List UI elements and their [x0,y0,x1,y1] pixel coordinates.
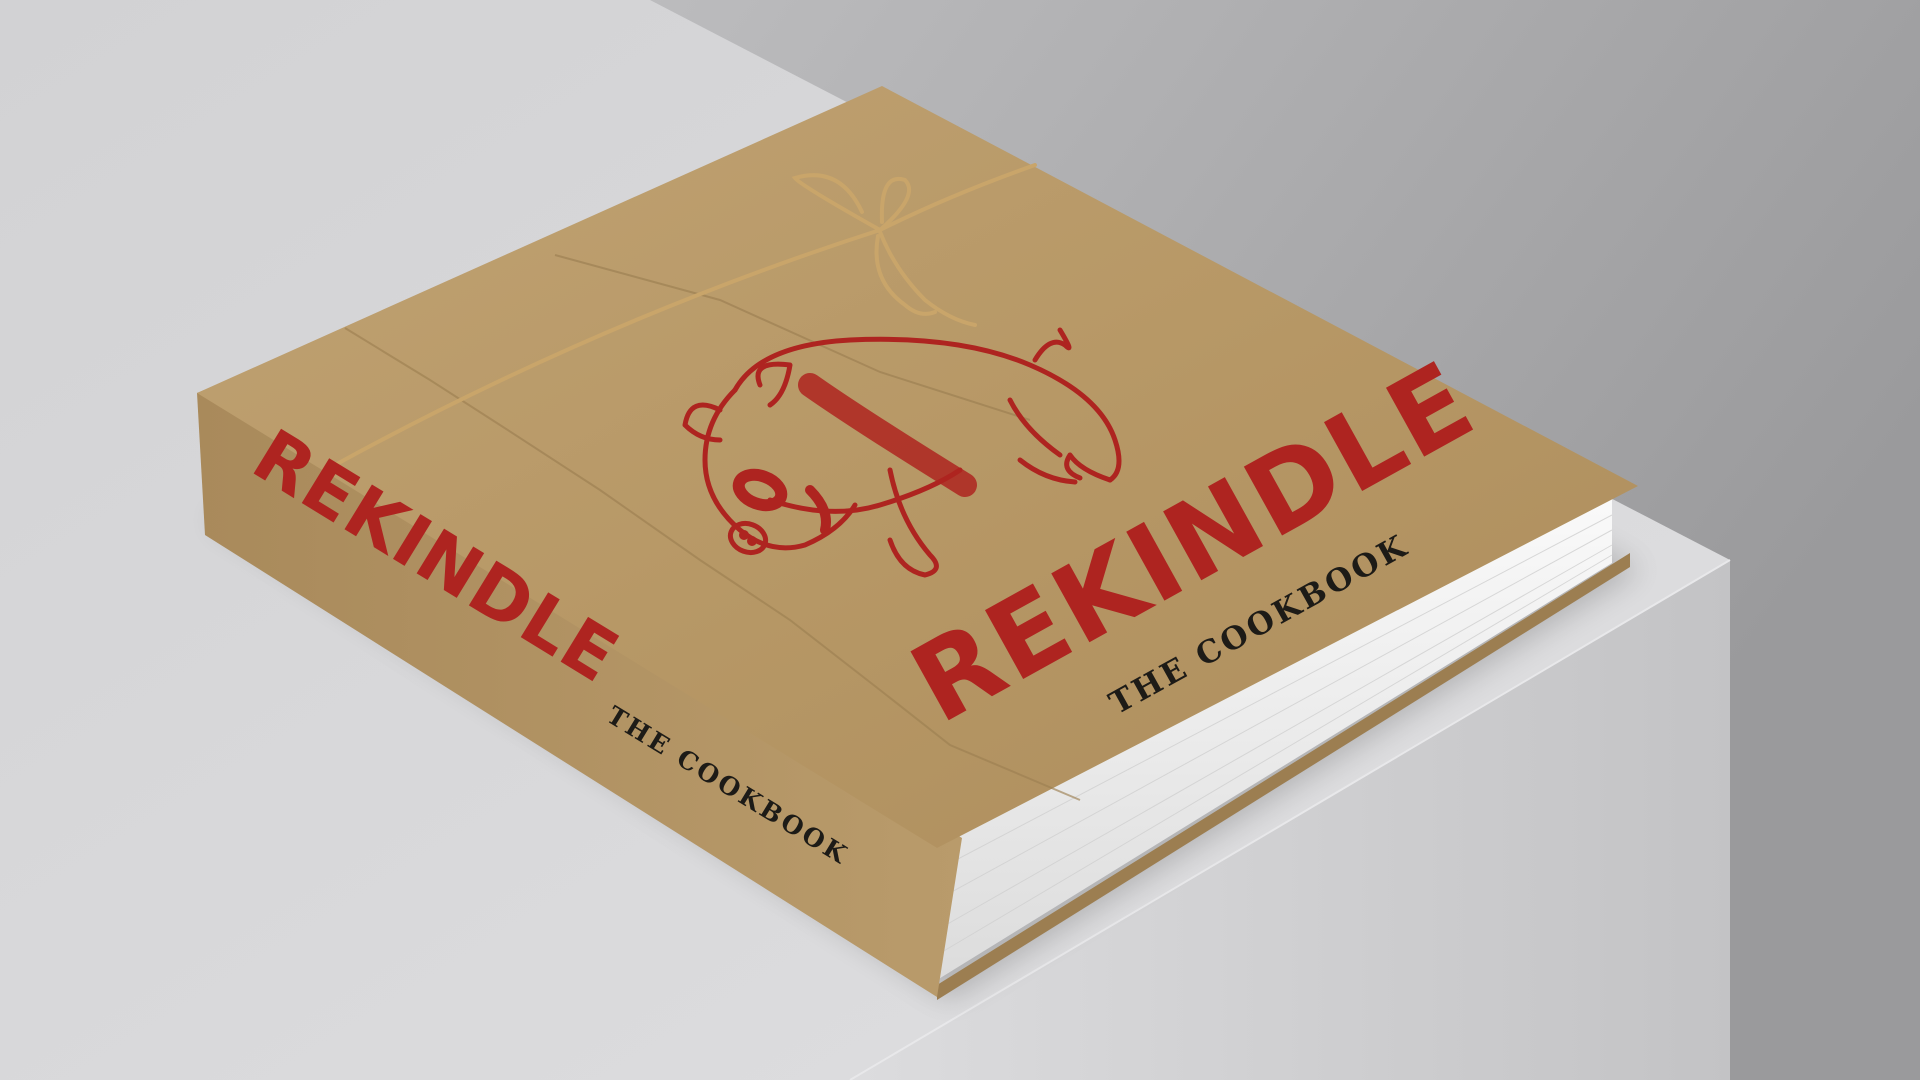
product-mockup-scene: REKINDLE THE COOKBOOK REKINDLE THE COOKB… [0,0,1920,1080]
